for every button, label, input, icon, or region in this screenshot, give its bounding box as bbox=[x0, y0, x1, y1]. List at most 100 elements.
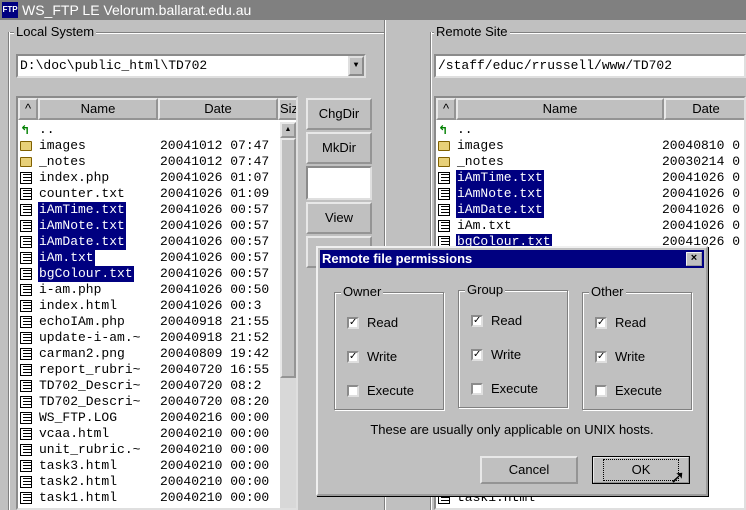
unix-note: These are usually only applicable on UNI… bbox=[370, 422, 654, 437]
remote-file-permissions-dialog[interactable]: Remote file permissions × Owner ✓ Read ✓… bbox=[316, 246, 708, 496]
local-file-row[interactable]: echoIAm.php 20040918 21:55 bbox=[18, 314, 296, 330]
file-icon bbox=[438, 220, 450, 232]
remote-file-row[interactable]: _notes 20030214 0 bbox=[436, 154, 744, 170]
remote-file-row[interactable]: images 20040810 0 bbox=[436, 138, 744, 154]
other-read-check-icon[interactable]: ✓ bbox=[595, 317, 607, 329]
local-file-list[interactable]: ^ Name Date Size ↰..images 20041012 07:47… bbox=[16, 96, 298, 510]
cancel-button[interactable]: Cancel bbox=[480, 456, 578, 484]
other-execute-label: Execute bbox=[615, 383, 662, 398]
other-write-label: Write bbox=[615, 349, 646, 364]
local-file-date: 20041026 01:07 bbox=[160, 170, 270, 185]
local-file-row[interactable]: TD702_Descri~ 20040720 08:2 bbox=[18, 378, 296, 394]
local-file-name: task1.html bbox=[39, 490, 118, 505]
local-file-row[interactable]: iAmNote.txt 20041026 00:57 bbox=[18, 218, 296, 234]
local-file-name: index.php bbox=[39, 170, 110, 185]
local-file-date: 20040210 00:00 bbox=[160, 426, 270, 441]
remote-sort-header[interactable]: ^ bbox=[436, 98, 456, 120]
local-file-date: 20040210 00:00 bbox=[160, 490, 270, 505]
local-scrollbar[interactable]: ▲ bbox=[280, 122, 296, 508]
local-file-row[interactable]: task1.html 20040210 00:00 bbox=[18, 490, 296, 506]
other-write-check-icon[interactable]: ✓ bbox=[595, 351, 607, 363]
local-file-row[interactable]: task2.html 20040210 00:00 bbox=[18, 474, 296, 490]
group-read-check-icon[interactable]: ✓ bbox=[471, 315, 483, 327]
local-file-row[interactable]: bgColour.txt 20041026 00:57 bbox=[18, 266, 296, 282]
local-scroll-up-icon[interactable]: ▲ bbox=[280, 122, 296, 138]
remote-file-name: _notes bbox=[457, 154, 504, 169]
dialog-close-icon[interactable]: × bbox=[686, 252, 702, 266]
remote-name-header[interactable]: Name bbox=[456, 98, 664, 120]
local-file-row[interactable]: iAmDate.txt 20041026 00:57 bbox=[18, 234, 296, 250]
local-file-date: 20040720 08:20 bbox=[160, 394, 270, 409]
remote-file-name: iAmDate.txt bbox=[456, 202, 544, 218]
remote-file-row[interactable]: iAmNote.txt 20041026 0 bbox=[436, 186, 744, 202]
local-file-name: iAmNote.txt bbox=[38, 218, 126, 234]
owner-read-check-icon[interactable]: ✓ bbox=[347, 317, 359, 329]
folder-icon bbox=[20, 157, 32, 167]
local-file-name: report_rubri~ bbox=[39, 362, 141, 377]
local-file-row[interactable]: TD702_Descri~ 20040720 08:20 bbox=[18, 394, 296, 410]
local-scroll-thumb[interactable] bbox=[280, 138, 296, 378]
dialog-title: Remote file permissions bbox=[322, 251, 473, 266]
other-frame: Other ✓ Read ✓ Write Execute bbox=[582, 284, 692, 410]
remote-date-header[interactable]: Date bbox=[664, 98, 744, 120]
local-file-date: 20041026 00:57 bbox=[160, 266, 270, 281]
remote-file-row[interactable]: iAmDate.txt 20041026 0 bbox=[436, 202, 744, 218]
ftp-app-icon: FTP bbox=[2, 2, 18, 18]
local-file-row[interactable]: report_rubri~ 20040720 16:55 bbox=[18, 362, 296, 378]
local-file-row[interactable]: WS_FTP.LOG 20040216 00:00 bbox=[18, 410, 296, 426]
local-file-row[interactable]: ↰.. bbox=[18, 122, 296, 138]
local-file-row[interactable]: images 20041012 07:47 bbox=[18, 138, 296, 154]
local-file-date: 20041026 00:57 bbox=[160, 218, 270, 233]
local-date-header[interactable]: Date bbox=[158, 98, 278, 120]
local-file-row[interactable]: _notes 20041012 07:47 bbox=[18, 154, 296, 170]
local-file-name: iAm.txt bbox=[38, 250, 95, 266]
mkdir-button[interactable]: MkDir bbox=[306, 132, 372, 164]
local-file-row[interactable]: vcaa.html 20040210 00:00 bbox=[18, 426, 296, 442]
local-path-dropdown-icon[interactable]: ▼ bbox=[348, 56, 364, 76]
group-frame-title: Group bbox=[465, 282, 506, 297]
local-file-row[interactable]: index.php 20041026 01:07 bbox=[18, 170, 296, 186]
local-file-row[interactable]: counter.txt 20041026 01:09 bbox=[18, 186, 296, 202]
remote-file-row[interactable]: iAm.txt 20041026 0 bbox=[436, 218, 744, 234]
remote-path-combo[interactable]: /staff/educ/rrussell/www/TD702 bbox=[434, 54, 746, 78]
local-name-header[interactable]: Name bbox=[38, 98, 158, 120]
remote-file-date: 20041026 0 bbox=[662, 218, 741, 233]
owner-write-check-icon[interactable]: ✓ bbox=[347, 351, 359, 363]
local-sort-header[interactable]: ^ bbox=[18, 98, 38, 120]
chgdir-button[interactable]: ChgDir bbox=[306, 98, 372, 130]
local-file-row[interactable]: iAm.txt 20041026 00:57 bbox=[18, 250, 296, 266]
remote-site-label: Remote Site bbox=[434, 24, 510, 39]
owner-execute-check-icon[interactable] bbox=[347, 385, 359, 397]
local-file-name: .. bbox=[39, 122, 55, 137]
local-file-row[interactable]: index.html 20041026 00:3 bbox=[18, 298, 296, 314]
remote-file-row[interactable]: iAmTime.txt 20041026 0 bbox=[436, 170, 744, 186]
local-file-row[interactable]: unit_rubric.~ 20040210 00:00 bbox=[18, 442, 296, 458]
local-file-date: 20040210 00:00 bbox=[160, 442, 270, 457]
local-file-row[interactable]: i-am.php 20041026 00:50 bbox=[18, 282, 296, 298]
local-file-name: counter.txt bbox=[39, 186, 125, 201]
remote-file-row[interactable]: ↰.. bbox=[436, 122, 744, 138]
file-icon bbox=[20, 236, 32, 248]
file-icon bbox=[20, 428, 32, 440]
dialog-title-bar: Remote file permissions × bbox=[320, 250, 704, 268]
local-size-header[interactable]: Size bbox=[278, 98, 296, 120]
local-file-row[interactable]: iAmTime.txt 20041026 00:57 bbox=[18, 202, 296, 218]
local-file-row[interactable]: update-i-am.~ 20040918 21:52 bbox=[18, 330, 296, 346]
local-file-row[interactable]: carman2.png 20040809 19:42 bbox=[18, 346, 296, 362]
remote-file-date: 20041026 0 bbox=[662, 186, 741, 201]
view-button[interactable]: View bbox=[306, 202, 372, 234]
other-read-label: Read bbox=[615, 315, 647, 330]
other-execute-check-icon[interactable] bbox=[595, 385, 607, 397]
file-icon bbox=[20, 172, 32, 184]
file-icon bbox=[438, 172, 450, 184]
local-file-date: 20041026 00:3 bbox=[160, 298, 262, 313]
local-file-row[interactable]: task3.html 20040210 00:00 bbox=[18, 458, 296, 474]
local-file-date: 20041026 00:57 bbox=[160, 250, 270, 265]
group-execute-check-icon[interactable] bbox=[471, 383, 483, 395]
owner-write-label: Write bbox=[367, 349, 398, 364]
local-filter-box[interactable] bbox=[306, 166, 372, 200]
local-path-combo[interactable]: D:\doc\public_html\TD702 ▼ bbox=[16, 54, 366, 78]
file-icon bbox=[20, 252, 32, 264]
local-system-label: Local System bbox=[14, 24, 97, 39]
group-write-check-icon[interactable]: ✓ bbox=[471, 349, 483, 361]
